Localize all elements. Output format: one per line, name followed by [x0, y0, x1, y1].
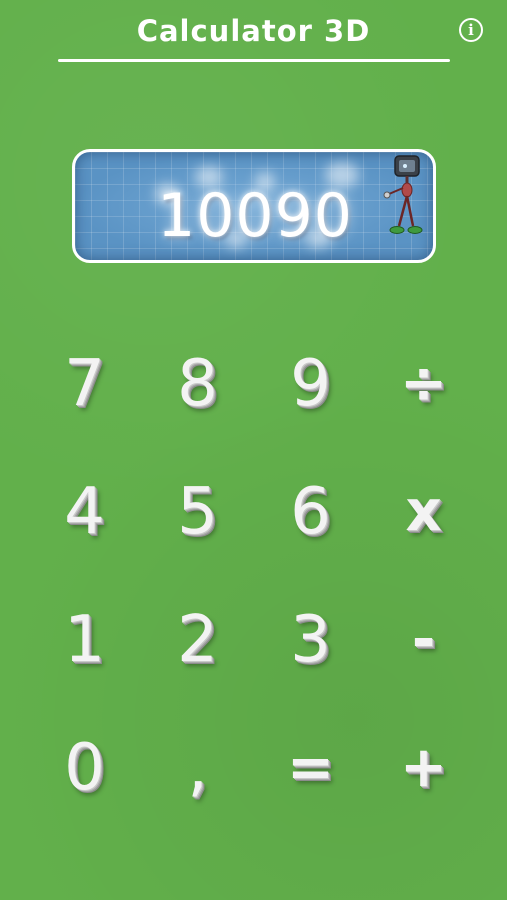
result-display: 10090 — [72, 149, 436, 263]
multiply-icon: x — [405, 479, 442, 544]
keypad: 7 8 9 ÷ 4 5 6 x 1 2 3 - 0 , = + — [28, 320, 480, 860]
header-divider — [58, 59, 450, 62]
key-label: 8 — [177, 347, 218, 421]
key-label: 6 — [290, 475, 331, 549]
key-decimal[interactable]: , — [141, 704, 254, 832]
key-6[interactable]: 6 — [254, 448, 367, 576]
key-equals[interactable]: = — [254, 704, 367, 832]
key-subtract[interactable]: - — [367, 576, 480, 704]
key-label: 5 — [177, 475, 218, 549]
key-5[interactable]: 5 — [141, 448, 254, 576]
key-8[interactable]: 8 — [141, 320, 254, 448]
key-3[interactable]: 3 — [254, 576, 367, 704]
info-button[interactable]: i — [459, 18, 483, 42]
key-label: 9 — [290, 347, 331, 421]
equals-icon: = — [287, 735, 334, 800]
key-0[interactable]: 0 — [28, 704, 141, 832]
info-icon: i — [468, 20, 474, 39]
app-header: Calculator 3D i — [0, 0, 507, 62]
key-7[interactable]: 7 — [28, 320, 141, 448]
app-title: Calculator 3D — [136, 14, 371, 48]
key-1[interactable]: 1 — [28, 576, 141, 704]
calculator-app: Calculator 3D i 10090 7 8 9 ÷ 4 5 6 x 1 … — [0, 0, 507, 900]
key-label: 2 — [177, 603, 218, 677]
comma-icon: , — [187, 731, 208, 805]
key-divide[interactable]: ÷ — [367, 320, 480, 448]
key-label: 4 — [64, 475, 105, 549]
key-label: 3 — [290, 603, 331, 677]
key-label: 1 — [64, 603, 105, 677]
minus-icon: - — [411, 607, 436, 672]
divide-icon: ÷ — [400, 351, 447, 416]
key-label: 0 — [64, 731, 105, 805]
robot-mascot-icon — [383, 155, 423, 234]
key-4[interactable]: 4 — [28, 448, 141, 576]
key-add[interactable]: + — [367, 704, 480, 832]
key-9[interactable]: 9 — [254, 320, 367, 448]
display-value: 10090 — [157, 181, 353, 251]
key-multiply[interactable]: x — [367, 448, 480, 576]
key-2[interactable]: 2 — [141, 576, 254, 704]
key-label: 7 — [64, 347, 105, 421]
plus-icon: + — [400, 735, 447, 800]
